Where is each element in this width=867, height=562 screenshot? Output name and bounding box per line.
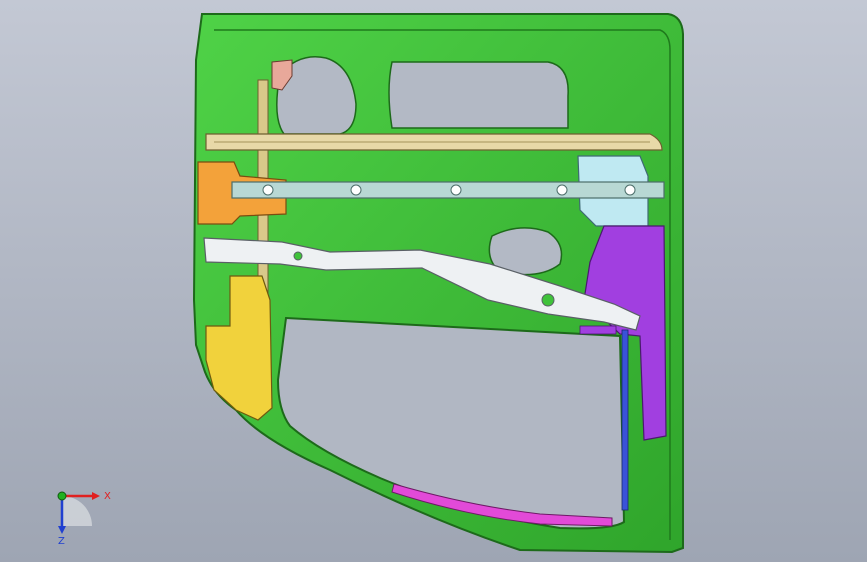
z-axis-label: Z [58, 536, 65, 547]
crossbar-bolt-4 [556, 184, 568, 196]
latch-bracket-purple [579, 325, 617, 335]
window-channel-blue [621, 329, 629, 511]
crossbar-bolt-2 [350, 184, 362, 196]
crossbar-bolt-1 [262, 184, 274, 196]
window-opening-center [388, 61, 569, 129]
middle-crossbar[interactable] [231, 181, 665, 199]
y-axis-dot-icon [57, 491, 67, 501]
upper-crossbar[interactable] [205, 133, 663, 151]
x-axis-label: X [104, 491, 111, 502]
beam-mount-hole [541, 293, 555, 307]
beam-end-hole [293, 251, 303, 261]
crossbar-bolt-5 [624, 184, 636, 196]
crossbar-bolt-3 [450, 184, 462, 196]
cad-3d-viewport[interactable]: X Z [0, 0, 867, 562]
